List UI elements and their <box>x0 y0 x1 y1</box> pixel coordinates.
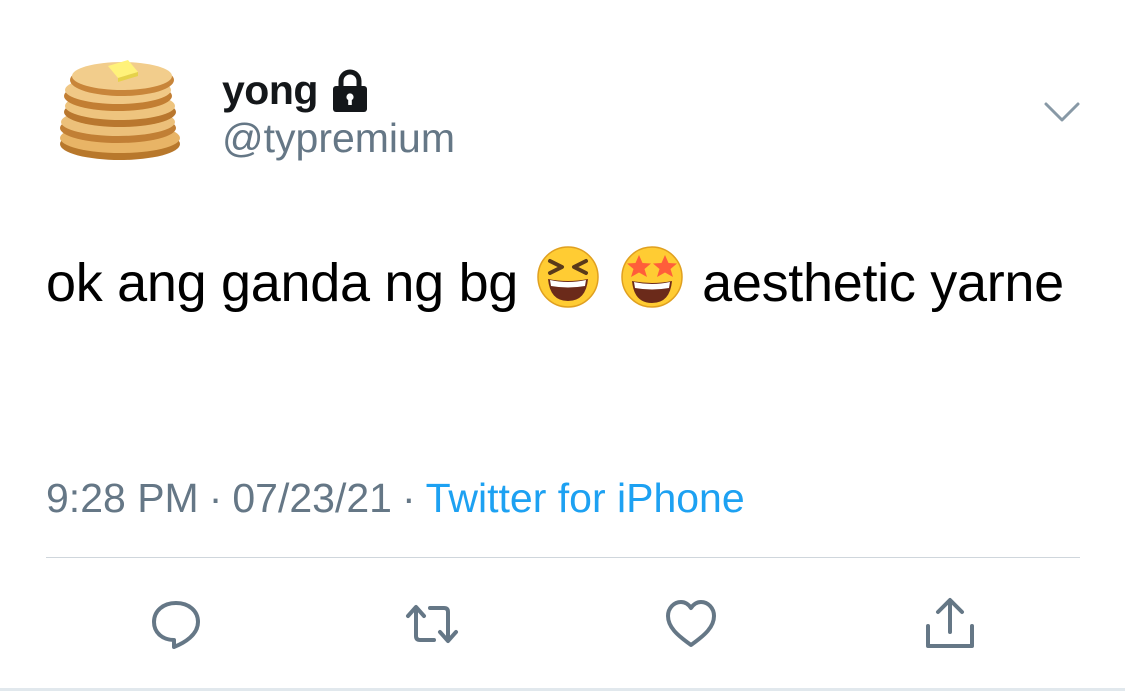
tweet-time: 9:28 PM <box>46 475 199 521</box>
tweet-text: ok ang ganda ng bg aesthetic yarne <box>46 238 1076 328</box>
share-button[interactable] <box>920 594 980 654</box>
lock-icon <box>332 69 367 112</box>
avatar[interactable] <box>52 48 188 166</box>
pancake-avatar-image <box>60 60 180 160</box>
user-name-row: yong <box>222 62 370 118</box>
like-icon <box>666 600 716 647</box>
grinning-squinting-face-icon <box>536 246 599 308</box>
display-name[interactable]: yong <box>222 67 318 114</box>
meta-separator-2: · <box>401 475 416 521</box>
reply-icon <box>152 601 200 649</box>
tweet-text-part2: aesthetic yarne <box>702 253 1064 313</box>
star-struck-face-icon <box>621 246 684 308</box>
retweet-icon <box>406 605 458 643</box>
chevron-down-icon[interactable] <box>1043 100 1081 126</box>
user-handle[interactable]: @typremium <box>222 115 455 162</box>
meta-separator: · <box>208 475 223 521</box>
tweet-date: 07/23/21 <box>232 475 392 521</box>
retweet-button[interactable] <box>402 594 462 654</box>
tweet-text-part1: ok ang ganda ng bg <box>46 253 519 313</box>
tweet-meta: 9:28 PM · 07/23/21 · Twitter for iPhone <box>46 470 745 526</box>
divider <box>46 557 1080 558</box>
reply-button[interactable] <box>146 594 206 654</box>
share-icon <box>926 598 974 648</box>
tweet-source-link[interactable]: Twitter for iPhone <box>426 475 745 521</box>
like-button[interactable] <box>661 594 721 654</box>
